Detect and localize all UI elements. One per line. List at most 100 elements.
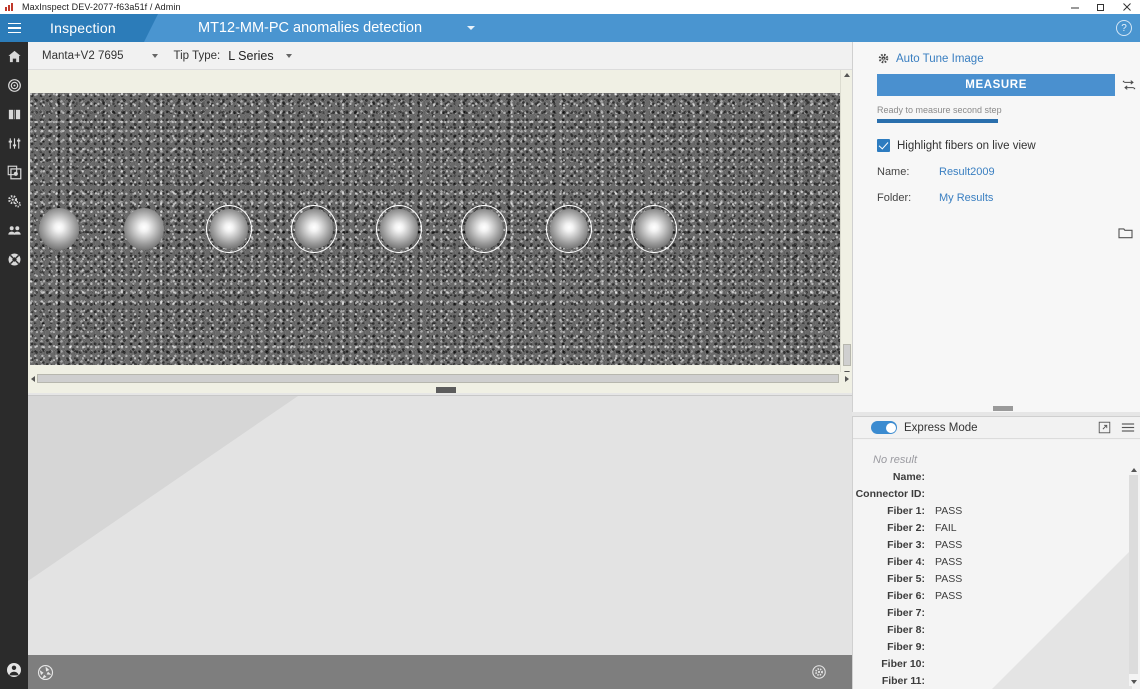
result-row-key: Fiber 7: [887,607,925,619]
checkbox-checked-icon [877,139,890,152]
device-select[interactable]: Manta+V2 7695 [42,50,158,62]
swap-steps-icon[interactable] [1118,74,1140,96]
live-view-horizontal-scrollbar[interactable] [28,372,852,385]
result-row-key: Name: [892,471,925,483]
pane-resize-handle[interactable] [436,387,456,393]
tip-type-value: L Series [228,48,274,63]
result-row-key: Fiber 4: [887,556,925,568]
result-row-key: Fiber 8: [887,624,925,636]
result-row: Fiber 6: PASS [853,590,1140,602]
results-scroll-down-arrow[interactable] [1129,677,1138,686]
result-name-value[interactable]: Result2009 [939,166,995,178]
fiber-marker-4[interactable] [291,205,337,253]
express-mode-label: Express Mode [904,421,978,434]
application-window: MaxInspect DEV-2077-f63a51f / Admin Insp… [0,0,1140,689]
close-icon[interactable] [1114,0,1140,14]
results-scroll-thumb[interactable] [1129,475,1138,674]
sidebar-item-users[interactable] [0,216,28,245]
fiber-marker-8[interactable] [631,205,677,253]
fiber-marker-6[interactable] [461,205,507,253]
result-row: Fiber 11: [853,675,1140,687]
scroll-left-arrow[interactable] [29,374,37,383]
result-row-value: PASS [935,573,963,585]
auto-tune-gear-icon: A [878,53,889,64]
lifebuoy-icon [8,253,20,266]
fiber-core-glow [295,209,333,249]
results-vertical-scrollbar[interactable] [1129,465,1138,686]
results-scroll-up-arrow[interactable] [1129,465,1138,474]
gears-icon [7,195,21,208]
device-select-value: Manta+V2 7695 [42,49,124,62]
live-view-vertical-scrollbar[interactable] [840,70,852,378]
measure-button[interactable]: MEASURE [877,74,1116,96]
result-row: Name: [853,471,1140,483]
highlight-fibers-label: Highlight fibers on live view [897,139,1036,152]
user-circle-icon [7,662,21,677]
horizontal-scroll-thumb[interactable] [37,374,839,383]
sidebar-item-support[interactable] [0,245,28,274]
right-panel-resize-handle[interactable] [993,406,1013,411]
external-link-icon[interactable] [1092,417,1116,439]
result-row-value: FAIL [935,522,957,534]
list-menu-icon[interactable] [1116,417,1140,439]
sidebar-item-tuning[interactable] [0,129,28,158]
fiber-core-glow [380,209,418,249]
result-row-key: Fiber 3: [887,539,925,551]
progress-status-text: Ready to measure second step [877,105,1002,115]
live-view-image[interactable] [30,93,840,365]
result-row: Fiber 4: PASS [853,556,1140,568]
header-left-shape [0,14,158,42]
fiber-marker-5[interactable] [376,205,422,253]
result-row: Fiber 5: PASS [853,573,1140,585]
maximize-icon[interactable] [1088,0,1114,14]
tip-type-select[interactable]: L Series [228,48,292,63]
auto-tune-image-button[interactable]: A Auto Tune Image [877,52,1140,65]
sidebar-item-settings[interactable] [0,187,28,216]
sidebar-item-account[interactable] [0,655,28,684]
express-mode-toggle[interactable] [871,421,897,434]
minimize-icon[interactable] [1062,0,1088,14]
window-controls [1062,0,1140,14]
sidebar-item-capture[interactable] [0,158,28,187]
auto-tune-label: Auto Tune Image [896,52,984,65]
result-row-value: PASS [935,556,963,568]
scroll-up-arrow[interactable] [843,71,851,79]
result-row-value: PASS [935,505,963,517]
fiber-core-glow [465,209,503,249]
sliders-icon [8,138,20,149]
vertical-scroll-thumb[interactable] [843,344,851,366]
result-folder-row: Folder: My Results [877,192,1140,204]
fiber-marker-7[interactable] [546,205,592,253]
help-icon[interactable]: ? [1116,20,1132,36]
result-folder-label: Folder: [877,192,912,204]
header-mode-label: Inspection [50,20,116,36]
hamburger-icon[interactable] [0,14,28,42]
fiber-core-glow [210,209,248,249]
result-row: Fiber 7: [853,607,1140,619]
analysis-pane [28,395,852,655]
os-title-bar: MaxInspect DEV-2077-f63a51f / Admin [0,0,1140,14]
result-row-key: Fiber 5: [887,573,925,585]
folder-icon[interactable] [1115,223,1135,241]
result-folder-value[interactable]: My Results [939,192,993,204]
result-row-value: PASS [935,539,963,551]
result-name-label: Name: [877,166,910,178]
results-panel-header: Express Mode [853,417,1140,439]
fiber-marker-3[interactable] [206,205,252,253]
job-dropdown-chevron-down-icon[interactable] [464,14,478,42]
no-result-label: No result [873,454,918,466]
sidebar-item-library[interactable] [0,100,28,129]
scroll-right-arrow[interactable] [843,374,851,383]
tip-type-chevron-down-icon [285,53,292,58]
sidebar-item-inspection[interactable] [0,71,28,100]
result-row-key: Fiber 9: [887,641,925,653]
fiber-marker-1[interactable] [36,205,82,253]
highlight-fibers-checkbox[interactable]: Highlight fibers on live view [877,139,1140,152]
fiber-core-glow [635,209,673,249]
sidebar-item-home[interactable] [0,42,28,71]
fiber-core-glow [39,208,79,250]
aperture-icon[interactable] [28,655,62,689]
fiber-marker-2[interactable] [121,205,167,253]
result-row-key: Connector ID: [855,488,925,500]
settings-gear-icon[interactable] [802,655,836,689]
